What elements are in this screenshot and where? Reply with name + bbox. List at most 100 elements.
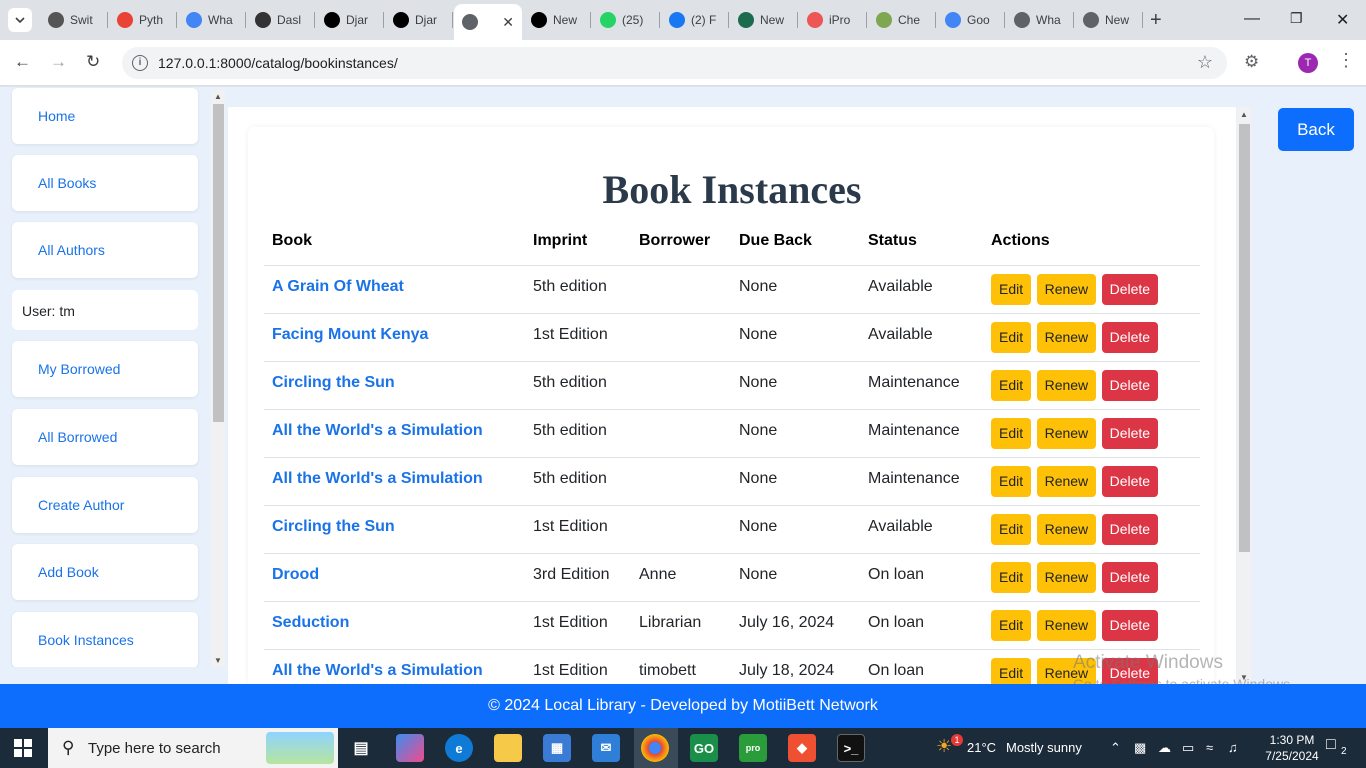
notifications-icon[interactable]: □ [1326,736,1336,754]
sidebar-item-home[interactable]: Home [12,88,198,144]
browser-tab-10[interactable]: New [730,6,798,34]
delete-button[interactable]: Delete [1101,513,1159,545]
book-title-link[interactable]: All the World's a Simulation [272,422,483,439]
site-info-icon[interactable]: i [132,55,148,71]
address-bar[interactable]: i 127.0.0.1:8000/catalog/bookinstances/ … [122,47,1227,79]
sidebar-scroll-thumb[interactable] [213,104,224,422]
git-icon[interactable]: ◆ [788,734,816,762]
main-scroll-up-arrow-icon[interactable]: ▲ [1240,110,1248,119]
sidebar-item-all-borrowed[interactable]: All Borrowed [12,409,198,465]
delete-button[interactable]: Delete [1101,609,1159,641]
task-view-icon[interactable]: ▤ [347,734,375,762]
delete-button[interactable]: Delete [1101,465,1159,497]
taskbar-clock[interactable]: 1:30 PM 7/25/2024 [1262,732,1322,764]
delete-button[interactable]: Delete [1101,273,1159,305]
book-title-link[interactable]: All the World's a Simulation [272,662,483,679]
goodreads-icon[interactable]: GO [690,734,718,762]
edit-button[interactable]: Edit [991,273,1032,305]
microsoft-store-icon[interactable]: ▦ [543,734,571,762]
renew-button[interactable]: Renew [1036,609,1097,641]
new-tab-button[interactable]: + [1150,10,1162,30]
terminal-icon[interactable]: >_ [837,734,865,762]
sidebar-link-all-authors[interactable]: All Authors [38,242,105,258]
book-title-link[interactable]: Circling the Sun [272,374,395,391]
close-window-button[interactable]: ✕ [1336,10,1349,30]
volume-icon[interactable]: ♫ [1228,740,1238,755]
renew-button[interactable]: Renew [1036,417,1097,449]
renew-button[interactable]: Renew [1036,513,1097,545]
book-title-link[interactable]: A Grain Of Wheat [272,278,404,295]
renew-button[interactable]: Renew [1036,561,1097,593]
chrome-icon[interactable] [641,734,669,762]
weather-desc[interactable]: Mostly sunny [1006,740,1082,755]
sidebar-link-all-books[interactable]: All Books [38,175,96,191]
main-scrollbar[interactable]: ▲ ▼ [1237,107,1251,684]
tab-search-button[interactable] [8,8,32,32]
scroll-up-arrow-icon[interactable]: ▲ [214,92,222,101]
sidebar-link-home[interactable]: Home [38,108,75,124]
taskbar-search-box[interactable]: ⚲ Type here to search [48,728,338,768]
tray-chevron-up-icon[interactable]: ⌃ [1110,740,1121,756]
book-title-link[interactable]: Drood [272,566,319,583]
edit-button[interactable]: Edit [991,657,1032,684]
sidebar-item-all-authors[interactable]: All Authors [12,222,198,278]
profile-app-icon[interactable]: pro [739,734,767,762]
browser-tab-14[interactable]: Wha [1006,6,1074,34]
sidebar-item-my-borrowed[interactable]: My Borrowed [12,341,198,397]
weather-sun-icon[interactable]: ☀ [936,736,952,757]
forward-arrow-icon[interactable]: → [50,52,67,72]
book-title-link[interactable]: Seduction [272,614,349,631]
edit-button[interactable]: Edit [991,465,1032,497]
edit-button[interactable]: Edit [991,321,1032,353]
sidebar-link-all-borrowed[interactable]: All Borrowed [38,429,117,445]
sidebar-item-add-book[interactable]: Add Book [12,544,198,600]
copilot-icon[interactable] [396,734,424,762]
meet-now-icon[interactable]: ▩ [1134,740,1146,756]
minimize-button[interactable]: — [1244,10,1260,28]
profile-avatar[interactable]: T [1298,53,1318,73]
edit-button[interactable]: Edit [991,513,1032,545]
network-icon[interactable]: ☁ [1158,740,1171,756]
weather-temp[interactable]: 21°C [967,740,996,755]
bookmark-star-icon[interactable]: ☆ [1197,52,1213,73]
browser-tab-11[interactable]: iPro [799,6,867,34]
main-scroll-thumb[interactable] [1239,124,1250,552]
browser-tab-0[interactable]: Swit [40,6,108,34]
browser-tab-6[interactable]: ✕ [454,4,522,40]
sidebar-link-my-borrowed[interactable]: My Borrowed [38,361,120,377]
edit-button[interactable]: Edit [991,417,1032,449]
renew-button[interactable]: Renew [1036,369,1097,401]
windows-start-icon[interactable] [14,739,32,757]
delete-button[interactable]: Delete [1101,321,1159,353]
browser-tab-12[interactable]: Che [868,6,936,34]
scroll-down-arrow-icon[interactable]: ▼ [214,656,222,665]
kebab-menu-icon[interactable]: ⋮ [1337,50,1355,71]
browser-tab-4[interactable]: Djar [316,6,384,34]
renew-button[interactable]: Renew [1036,273,1097,305]
edit-button[interactable]: Edit [991,609,1032,641]
taskbar-search-placeholder[interactable]: Type here to search [88,740,221,757]
sidebar-link-add-book[interactable]: Add Book [38,564,99,580]
url-text[interactable]: 127.0.0.1:8000/catalog/bookinstances/ [158,55,398,71]
delete-button[interactable]: Delete [1101,561,1159,593]
sidebar-link-book-instances[interactable]: Book Instances [38,632,134,648]
browser-tab-13[interactable]: Goo [937,6,1005,34]
browser-tab-1[interactable]: Pyth [109,6,177,34]
delete-button[interactable]: Delete [1101,369,1159,401]
close-tab-icon[interactable]: ✕ [502,14,514,31]
browser-tab-15[interactable]: New [1075,6,1143,34]
browser-tab-7[interactable]: New [523,6,591,34]
reload-icon[interactable]: ↻ [86,52,100,72]
restore-button[interactable]: ❐ [1290,10,1303,27]
delete-button[interactable]: Delete [1101,417,1159,449]
book-title-link[interactable]: All the World's a Simulation [272,470,483,487]
edge-icon[interactable]: e [445,734,473,762]
sidebar-item-create-author[interactable]: Create Author [12,477,198,533]
browser-tab-2[interactable]: Wha [178,6,246,34]
edit-button[interactable]: Edit [991,561,1032,593]
sidebar-item-book-instances[interactable]: Book Instances [12,612,198,667]
renew-button[interactable]: Renew [1036,321,1097,353]
sidebar-scrollbar[interactable]: ▲ ▼ [211,90,225,667]
sidebar-item-all-books[interactable]: All Books [12,155,198,211]
renew-button[interactable]: Renew [1036,465,1097,497]
